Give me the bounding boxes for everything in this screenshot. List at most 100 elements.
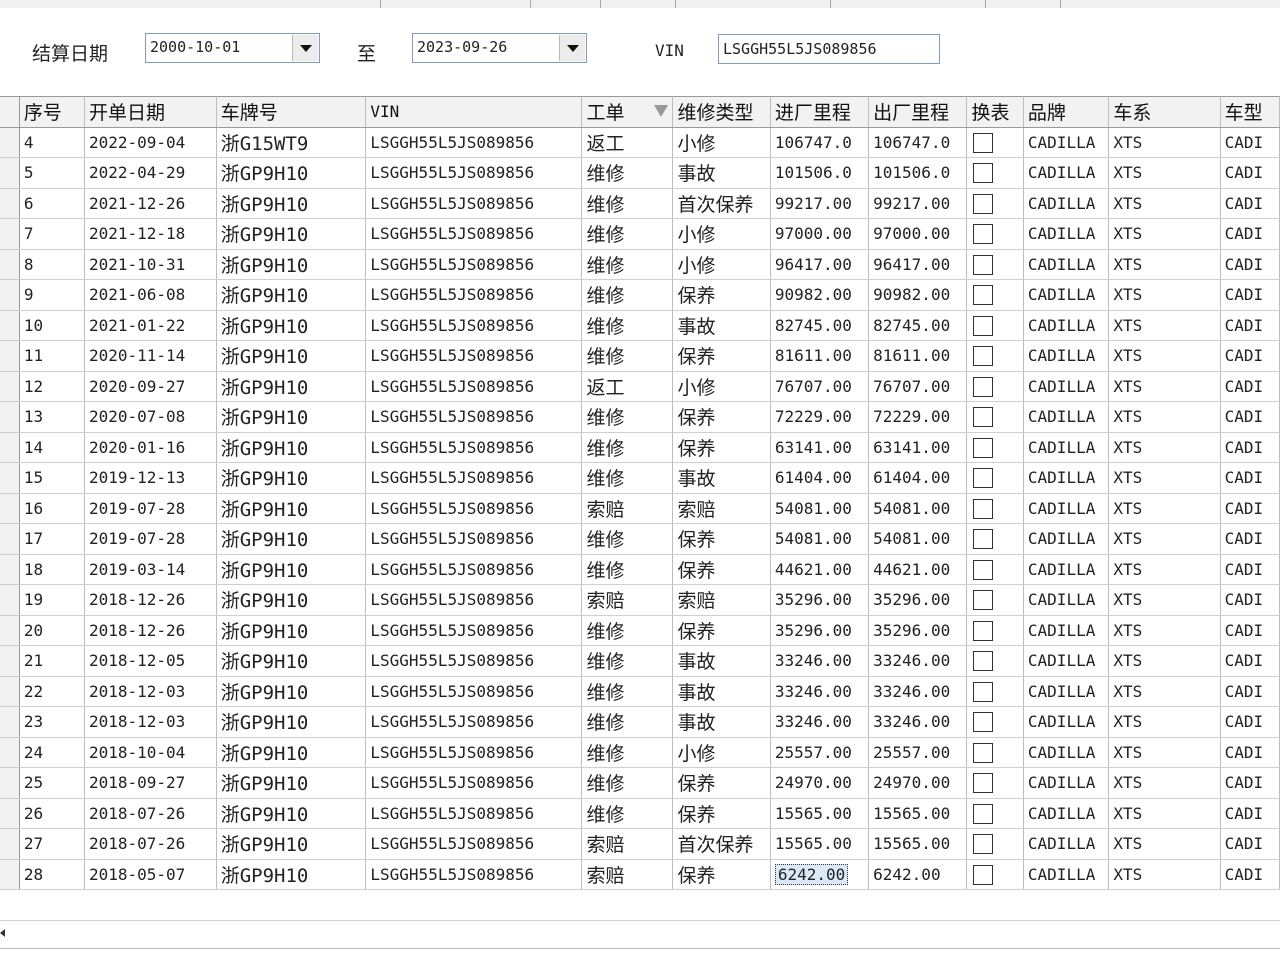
cell-order[interactable]: 维修 bbox=[581, 432, 674, 463]
cell-vin[interactable]: LSGGH55L5JS089856 bbox=[365, 432, 583, 463]
cell-in-mileage[interactable]: 61404.00 bbox=[770, 462, 870, 494]
cell-meter-change[interactable] bbox=[966, 310, 1024, 341]
cell-date[interactable]: 2020-11-14 bbox=[84, 340, 217, 372]
cell-vin[interactable]: LSGGH55L5JS089856 bbox=[365, 523, 583, 555]
cell-out-mileage[interactable]: 54081.00 bbox=[868, 523, 968, 555]
cell-brand[interactable]: CADILLA bbox=[1023, 127, 1110, 158]
cell-type[interactable]: 小修 bbox=[672, 249, 771, 280]
cell-meter-change[interactable] bbox=[966, 249, 1024, 280]
cell-vin[interactable]: LSGGH55L5JS089856 bbox=[365, 676, 583, 707]
meter-change-checkbox[interactable] bbox=[973, 620, 994, 641]
cell-brand[interactable]: CADILLA bbox=[1023, 523, 1110, 555]
cell-no[interactable]: 7 bbox=[19, 218, 85, 250]
cell-plate[interactable]: 浙GP9H10 bbox=[216, 249, 367, 280]
cell-out-mileage[interactable]: 33246.00 bbox=[868, 676, 968, 707]
cell-in-mileage[interactable]: 44621.00 bbox=[770, 554, 870, 585]
cell-in-mileage[interactable]: 96417.00 bbox=[770, 249, 870, 280]
cell-type[interactable]: 索赔 bbox=[672, 584, 771, 616]
cell-model[interactable]: CADI bbox=[1220, 737, 1280, 768]
cell-order[interactable]: 索赔 bbox=[581, 828, 674, 860]
cell-meter-change[interactable] bbox=[966, 615, 1024, 646]
cell-series[interactable]: XTS bbox=[1108, 615, 1221, 646]
cell-plate[interactable]: 浙GP9H10 bbox=[216, 798, 367, 829]
cell-series[interactable]: XTS bbox=[1108, 828, 1221, 860]
cell-brand[interactable]: CADILLA bbox=[1023, 310, 1110, 341]
cell-order[interactable]: 维修 bbox=[581, 676, 674, 707]
cell-in-mileage[interactable]: 54081.00 bbox=[770, 493, 870, 524]
meter-change-checkbox[interactable] bbox=[973, 193, 994, 214]
col-header-series[interactable]: 车系 bbox=[1108, 96, 1221, 128]
cell-model[interactable]: CADI bbox=[1220, 859, 1280, 890]
cell-date[interactable]: 2019-07-28 bbox=[84, 493, 217, 524]
row-header[interactable] bbox=[0, 340, 20, 372]
cell-in-mileage[interactable]: 6242.00 bbox=[770, 859, 870, 890]
cell-plate[interactable]: 浙GP9H10 bbox=[216, 828, 367, 860]
cell-vin[interactable]: LSGGH55L5JS089856 bbox=[365, 462, 583, 494]
cell-type[interactable]: 保养 bbox=[672, 798, 771, 829]
row-header[interactable] bbox=[0, 279, 20, 311]
cell-no[interactable]: 23 bbox=[19, 706, 85, 738]
cell-plate[interactable]: 浙GP9H10 bbox=[216, 706, 367, 738]
row-header[interactable] bbox=[0, 523, 20, 555]
cell-type[interactable]: 小修 bbox=[672, 737, 771, 768]
cell-date[interactable]: 2021-12-26 bbox=[84, 188, 217, 219]
cell-series[interactable]: XTS bbox=[1108, 493, 1221, 524]
cell-vin[interactable]: LSGGH55L5JS089856 bbox=[365, 737, 583, 768]
cell-vin[interactable]: LSGGH55L5JS089856 bbox=[365, 310, 583, 341]
cell-type[interactable]: 小修 bbox=[672, 127, 771, 158]
cell-type[interactable]: 保养 bbox=[672, 767, 771, 799]
cell-series[interactable]: XTS bbox=[1108, 218, 1221, 250]
filter-icon[interactable] bbox=[654, 105, 669, 117]
cell-brand[interactable]: CADILLA bbox=[1023, 279, 1110, 311]
cell-out-mileage[interactable]: 96417.00 bbox=[868, 249, 968, 280]
cell-brand[interactable]: CADILLA bbox=[1023, 554, 1110, 585]
cell-type[interactable]: 事故 bbox=[672, 676, 771, 707]
from-date-combo[interactable]: 2000-10-01 bbox=[145, 33, 320, 63]
cell-out-mileage[interactable]: 106747.0 bbox=[868, 127, 968, 158]
cell-date[interactable]: 2019-03-14 bbox=[84, 554, 217, 585]
cell-date[interactable]: 2018-07-26 bbox=[84, 798, 217, 829]
cell-no[interactable]: 18 bbox=[19, 554, 85, 585]
cell-order[interactable]: 维修 bbox=[581, 645, 674, 677]
cell-model[interactable]: CADI bbox=[1220, 249, 1280, 280]
cell-order[interactable]: 维修 bbox=[581, 218, 674, 250]
cell-vin[interactable]: LSGGH55L5JS089856 bbox=[365, 798, 583, 829]
table-row[interactable]: 21 2018-12-05 浙GP9H10 LSGGH55L5JS089856 维修 事故… bbox=[0, 645, 1280, 677]
to-date-combo[interactable]: 2023-09-26 bbox=[412, 33, 587, 63]
row-header[interactable] bbox=[0, 432, 20, 463]
cell-no[interactable]: 6 bbox=[19, 188, 85, 219]
meter-change-checkbox[interactable] bbox=[973, 376, 994, 397]
cell-no[interactable]: 26 bbox=[19, 798, 85, 829]
cell-model[interactable]: CADI bbox=[1220, 554, 1280, 585]
cell-brand[interactable]: CADILLA bbox=[1023, 615, 1110, 646]
cell-model[interactable]: CADI bbox=[1220, 432, 1280, 463]
cell-vin[interactable]: LSGGH55L5JS089856 bbox=[365, 340, 583, 372]
cell-vin[interactable]: LSGGH55L5JS089856 bbox=[365, 767, 583, 799]
table-row[interactable]: 25 2018-09-27 浙GP9H10 LSGGH55L5JS089856 维修 保养… bbox=[0, 767, 1280, 799]
cell-model[interactable]: CADI bbox=[1220, 676, 1280, 707]
cell-model[interactable]: CADI bbox=[1220, 188, 1280, 219]
table-row[interactable]: 22 2018-12-03 浙GP9H10 LSGGH55L5JS089856 维修 事故… bbox=[0, 676, 1280, 707]
col-header-brand[interactable]: 品牌 bbox=[1023, 96, 1110, 128]
col-header-no[interactable]: 序号 bbox=[19, 96, 85, 128]
row-header[interactable] bbox=[0, 188, 20, 219]
cell-vin[interactable]: LSGGH55L5JS089856 bbox=[365, 188, 583, 219]
cell-order[interactable]: 索赔 bbox=[581, 493, 674, 524]
table-row[interactable]: 17 2019-07-28 浙GP9H10 LSGGH55L5JS089856 维修 保养… bbox=[0, 523, 1280, 555]
cell-date[interactable]: 2021-10-31 bbox=[84, 249, 217, 280]
table-row[interactable]: 5 2022-04-29 浙GP9H10 LSGGH55L5JS089856 维修 事故 1… bbox=[0, 157, 1280, 189]
table-row[interactable]: 13 2020-07-08 浙GP9H10 LSGGH55L5JS089856 维修 保养… bbox=[0, 401, 1280, 433]
cell-brand[interactable]: CADILLA bbox=[1023, 432, 1110, 463]
row-header[interactable] bbox=[0, 615, 20, 646]
row-header[interactable] bbox=[0, 371, 20, 402]
cell-series[interactable]: XTS bbox=[1108, 645, 1221, 677]
cell-type[interactable]: 保养 bbox=[672, 432, 771, 463]
cell-vin[interactable]: LSGGH55L5JS089856 bbox=[365, 401, 583, 433]
cell-meter-change[interactable] bbox=[966, 859, 1024, 890]
cell-plate[interactable]: 浙GP9H10 bbox=[216, 676, 367, 707]
cell-out-mileage[interactable]: 15565.00 bbox=[868, 828, 968, 860]
cell-date[interactable]: 2020-01-16 bbox=[84, 432, 217, 463]
cell-in-mileage[interactable]: 90982.00 bbox=[770, 279, 870, 311]
meter-change-checkbox[interactable] bbox=[973, 712, 994, 732]
cell-type[interactable]: 首次保养 bbox=[672, 828, 771, 860]
